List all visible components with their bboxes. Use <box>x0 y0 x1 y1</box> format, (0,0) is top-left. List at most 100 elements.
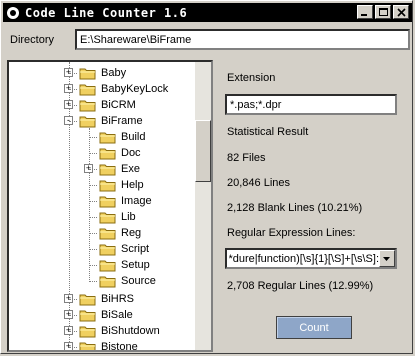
folder-icon <box>99 212 116 223</box>
window-title: Code Line Counter 1.6 <box>25 5 188 20</box>
tree-item-label: Lib <box>121 211 136 223</box>
regex-select[interactable]: :dure|function)[\s]{1}[\S]+[\s\S]* <box>225 248 397 269</box>
tree-connector <box>89 265 97 266</box>
maximize-icon <box>379 8 388 16</box>
folder-tree[interactable]: + Baby + BabyKeyLock + BiCRM - BiFrame Build Doc +… <box>7 60 213 352</box>
extension-label: Extension <box>227 72 276 84</box>
app-icon <box>7 6 19 19</box>
tree-item[interactable]: + BiCRM <box>64 97 136 113</box>
tree-item-label: BiHRS <box>101 293 135 305</box>
tree-connector <box>89 233 97 234</box>
tree-item[interactable]: + BiHRS <box>64 291 135 307</box>
tree-item-label: Image <box>121 195 152 207</box>
tree-connector <box>69 89 77 90</box>
tree-scrollbar[interactable] <box>195 62 211 350</box>
tree-item[interactable]: Source <box>99 273 156 289</box>
tree-connector <box>69 73 77 74</box>
folder-icon <box>99 132 116 143</box>
title-bar[interactable]: Code Line Counter 1.6 <box>3 3 412 22</box>
tree-item[interactable]: Image <box>99 193 152 209</box>
tree-item-label: BiSale <box>101 309 133 321</box>
maximize-button[interactable] <box>375 5 391 19</box>
tree-item-label: Setup <box>121 259 150 271</box>
close-icon <box>397 8 406 17</box>
close-button[interactable] <box>393 5 409 19</box>
minimize-button[interactable] <box>357 5 373 19</box>
folder-icon <box>99 276 116 287</box>
tree-connector <box>69 315 77 316</box>
tree-connector <box>69 299 77 300</box>
tree-item[interactable]: Script <box>99 241 149 257</box>
tree-item-label: BiCRM <box>101 99 136 111</box>
folder-icon <box>99 196 116 207</box>
directory-input[interactable] <box>75 29 410 50</box>
regex-label: Regular Expression Lines: <box>227 227 356 239</box>
tree-item[interactable]: Doc <box>99 145 141 161</box>
tree-item[interactable]: Help <box>99 177 144 193</box>
tree-item[interactable]: Lib <box>99 209 136 225</box>
blank-lines: 2,128 Blank Lines (10.21%) <box>227 202 363 214</box>
tree-connector <box>89 201 97 202</box>
folder-icon <box>99 148 116 159</box>
tree-item-label: Doc <box>121 147 141 159</box>
tree-connector <box>69 331 77 332</box>
tree-connector <box>89 217 97 218</box>
regular-lines: 2,708 Regular Lines (12.99%) <box>227 280 374 292</box>
folder-icon <box>79 100 96 111</box>
tree-item[interactable]: + Baby <box>64 65 127 81</box>
folder-icon <box>99 180 116 191</box>
result-heading: Statistical Result <box>227 126 309 138</box>
tree-item[interactable]: Reg <box>99 225 141 241</box>
count-button[interactable]: Count <box>276 316 352 339</box>
files-count: 82 Files <box>227 152 266 164</box>
lines-count: 20,846 Lines <box>227 177 290 189</box>
tree-item[interactable]: - BiFrame <box>64 113 143 129</box>
folder-icon <box>99 228 116 239</box>
tree-connector <box>89 153 97 154</box>
folder-icon <box>79 294 96 305</box>
tree-item-label: Bistone <box>101 341 138 352</box>
tree-item[interactable]: + Bistone <box>64 339 138 352</box>
folder-icon <box>79 116 96 127</box>
tree-item[interactable]: + BabyKeyLock <box>64 81 169 97</box>
tree-item[interactable]: + BiSale <box>64 307 133 323</box>
tree-guide-line <box>89 128 90 282</box>
scroll-thumb[interactable] <box>195 120 211 182</box>
folder-icon <box>79 326 96 337</box>
tree-item[interactable]: Setup <box>99 257 150 273</box>
folder-icon <box>79 68 96 79</box>
folder-icon <box>99 244 116 255</box>
chevron-down-icon <box>383 257 390 261</box>
tree-connector <box>89 249 97 250</box>
folder-icon <box>79 342 96 350</box>
tree-item-label: Baby <box>101 67 127 79</box>
tree-item[interactable]: Build <box>99 129 145 145</box>
tree-item-label: Help <box>121 179 144 191</box>
folder-icon <box>79 310 96 321</box>
tree-item[interactable]: + BiShutdown <box>64 323 160 339</box>
tree-item-label: Reg <box>121 227 142 239</box>
regex-value: :dure|function)[\s]{1}[\S]+[\s\S]* <box>229 253 379 265</box>
folder-icon <box>99 164 116 175</box>
extension-input[interactable] <box>225 94 397 115</box>
dropdown-button[interactable] <box>379 250 395 267</box>
tree-item-label: Build <box>121 131 146 143</box>
tree-item-label: Script <box>121 243 150 255</box>
tree-connector <box>69 347 77 348</box>
tree-connector <box>89 137 97 138</box>
tree-connector <box>89 185 97 186</box>
tree-connector <box>89 281 97 282</box>
tree-connector <box>69 121 77 122</box>
tree-item-label: BiFrame <box>101 115 143 127</box>
app-window: Code Line Counter 1.6 Directory +Baby+Ba… <box>0 0 413 354</box>
minimize-icon <box>361 14 367 16</box>
tree-item-label: BiShutdown <box>101 325 160 337</box>
folder-icon <box>79 84 96 95</box>
folder-icon <box>99 260 116 271</box>
tree-connector <box>89 169 97 170</box>
tree-item-label: Exe <box>121 163 140 175</box>
tree-item-label: Source <box>121 275 156 287</box>
directory-label: Directory <box>10 34 55 46</box>
tree-item[interactable]: + Exe <box>84 161 140 177</box>
tree-item-label: BabyKeyLock <box>101 83 169 95</box>
